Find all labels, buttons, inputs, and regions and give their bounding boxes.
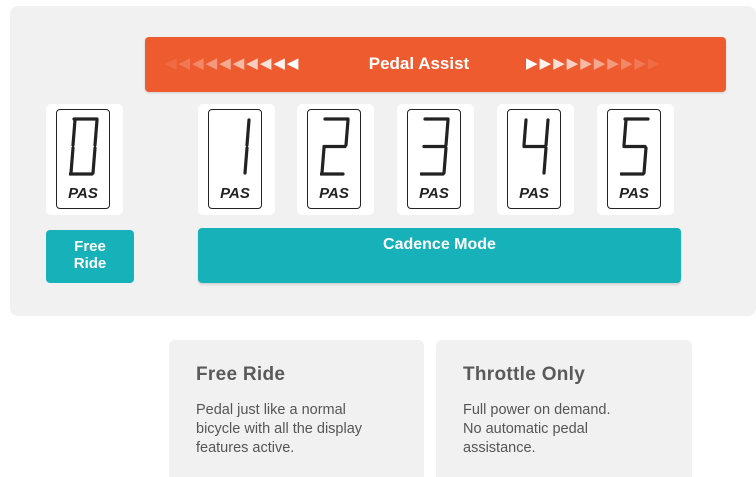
free-ride-info-card: Free Ride Pedal just like a normal bicyc… bbox=[169, 340, 424, 477]
arrow-left-icon: ◀ bbox=[286, 55, 299, 72]
pas-label: PAS bbox=[68, 185, 98, 202]
arrow-left-icon: ◀ bbox=[178, 55, 191, 72]
arrow-right-icon: ▶ bbox=[620, 55, 633, 72]
segment-b bbox=[245, 118, 251, 147]
pas-label: PAS bbox=[619, 185, 649, 202]
pedal-assist-label: Pedal Assist bbox=[368, 54, 470, 73]
lcd-display: PAS bbox=[56, 109, 110, 209]
pas-level-5-card[interactable]: PAS bbox=[597, 104, 674, 215]
digit-4-seven-segment bbox=[522, 118, 550, 175]
pas-label: PAS bbox=[519, 185, 549, 202]
segment-e bbox=[320, 146, 326, 175]
cadence-mode-button[interactable]: Cadence Mode bbox=[198, 228, 681, 283]
pas-level-3-card[interactable]: PAS bbox=[397, 104, 474, 215]
free-ride-label-line1: Free bbox=[74, 238, 106, 255]
pas-label: PAS bbox=[319, 185, 349, 202]
segment-c bbox=[542, 146, 548, 175]
segment-f bbox=[622, 118, 628, 147]
segment-b bbox=[544, 118, 550, 147]
segment-f bbox=[522, 118, 528, 147]
digit-0-seven-segment bbox=[69, 117, 99, 176]
info-card-title: Free Ride bbox=[196, 364, 286, 385]
description-line: assistance. bbox=[463, 440, 536, 456]
arrow-right-icon: ▶ bbox=[539, 55, 552, 72]
description-line: bicycle with all the display bbox=[196, 421, 363, 437]
left-arrows: ◀ ◀ ◀ ◀ ◀ ◀ ◀ ◀ ◀ ◀ bbox=[165, 56, 300, 71]
description-line: No automatic pedal bbox=[463, 421, 588, 437]
arrow-right-icon: ▶ bbox=[647, 55, 660, 72]
arrow-left-icon: ◀ bbox=[192, 55, 204, 72]
segment-e bbox=[69, 146, 75, 175]
right-arrows: ▶ ▶ ▶ ▶ ▶ ▶ ▶ ▶ ▶ ▶ bbox=[526, 56, 661, 71]
segment-c bbox=[243, 146, 249, 175]
arrow-right-icon: ▶ bbox=[607, 55, 619, 72]
pedal-assist-banner: ◀ ◀ ◀ ◀ ◀ ◀ ◀ ◀ ◀ ◀ Pedal Assist ▶ ▶ ▶ ▶… bbox=[145, 37, 726, 92]
arrow-left-icon: ◀ bbox=[232, 55, 245, 72]
arrow-right-icon: ▶ bbox=[634, 55, 646, 72]
segment-b bbox=[93, 118, 99, 147]
free-ride-label-line2: Ride bbox=[73, 255, 107, 272]
arrow-left-icon: ◀ bbox=[273, 55, 285, 72]
arrow-left-icon: ◀ bbox=[246, 55, 258, 72]
lcd-display: PAS bbox=[407, 109, 461, 209]
arrow-right-icon: ▶ bbox=[566, 55, 579, 72]
arrow-left-icon: ◀ bbox=[165, 55, 177, 72]
lcd-display: PAS bbox=[607, 109, 661, 209]
description-line: Full power on demand. bbox=[463, 402, 611, 418]
pas-level-4-card[interactable]: PAS bbox=[497, 104, 574, 215]
segment-f bbox=[71, 118, 77, 147]
lcd-display: PAS bbox=[208, 109, 262, 209]
arrow-left-icon: ◀ bbox=[219, 55, 231, 72]
arrow-left-icon: ◀ bbox=[259, 55, 272, 72]
arrow-left-icon: ◀ bbox=[205, 55, 218, 72]
arrow-right-icon: ▶ bbox=[580, 55, 592, 72]
lcd-display: PAS bbox=[307, 109, 361, 209]
description-line: Pedal just like a normal bbox=[196, 402, 346, 418]
info-card-title: Throttle Only bbox=[463, 364, 586, 385]
arrow-right-icon: ▶ bbox=[526, 55, 538, 72]
pas-level-1-card[interactable]: PAS bbox=[198, 104, 275, 215]
description-line: features active. bbox=[196, 440, 295, 456]
info-card-description: Full power on demand. No automatic pedal… bbox=[463, 401, 611, 458]
pas-level-2-card[interactable]: PAS bbox=[297, 104, 374, 215]
info-card-description: Pedal just like a normal bicycle with al… bbox=[196, 401, 362, 458]
segment-b bbox=[444, 118, 450, 147]
segment-c bbox=[91, 146, 97, 175]
segment-c bbox=[442, 146, 448, 175]
throttle-only-info-card: Throttle Only Full power on demand. No a… bbox=[436, 340, 692, 477]
arrow-right-icon: ▶ bbox=[553, 55, 565, 72]
pas-level-0-card[interactable]: PAS bbox=[46, 104, 123, 215]
digit-1-seven-segment bbox=[243, 118, 251, 175]
arrow-right-icon: ▶ bbox=[593, 55, 606, 72]
cadence-mode-label: Cadence Mode bbox=[383, 236, 496, 253]
pas-label: PAS bbox=[419, 185, 449, 202]
free-ride-button[interactable]: Free Ride bbox=[46, 230, 134, 283]
digit-5-seven-segment bbox=[620, 117, 650, 176]
digit-3-seven-segment bbox=[420, 117, 450, 176]
digit-2-seven-segment bbox=[320, 117, 350, 176]
lcd-display: PAS bbox=[507, 109, 561, 209]
pas-label: PAS bbox=[220, 185, 250, 202]
segment-c bbox=[642, 146, 648, 175]
segment-b bbox=[344, 118, 350, 147]
